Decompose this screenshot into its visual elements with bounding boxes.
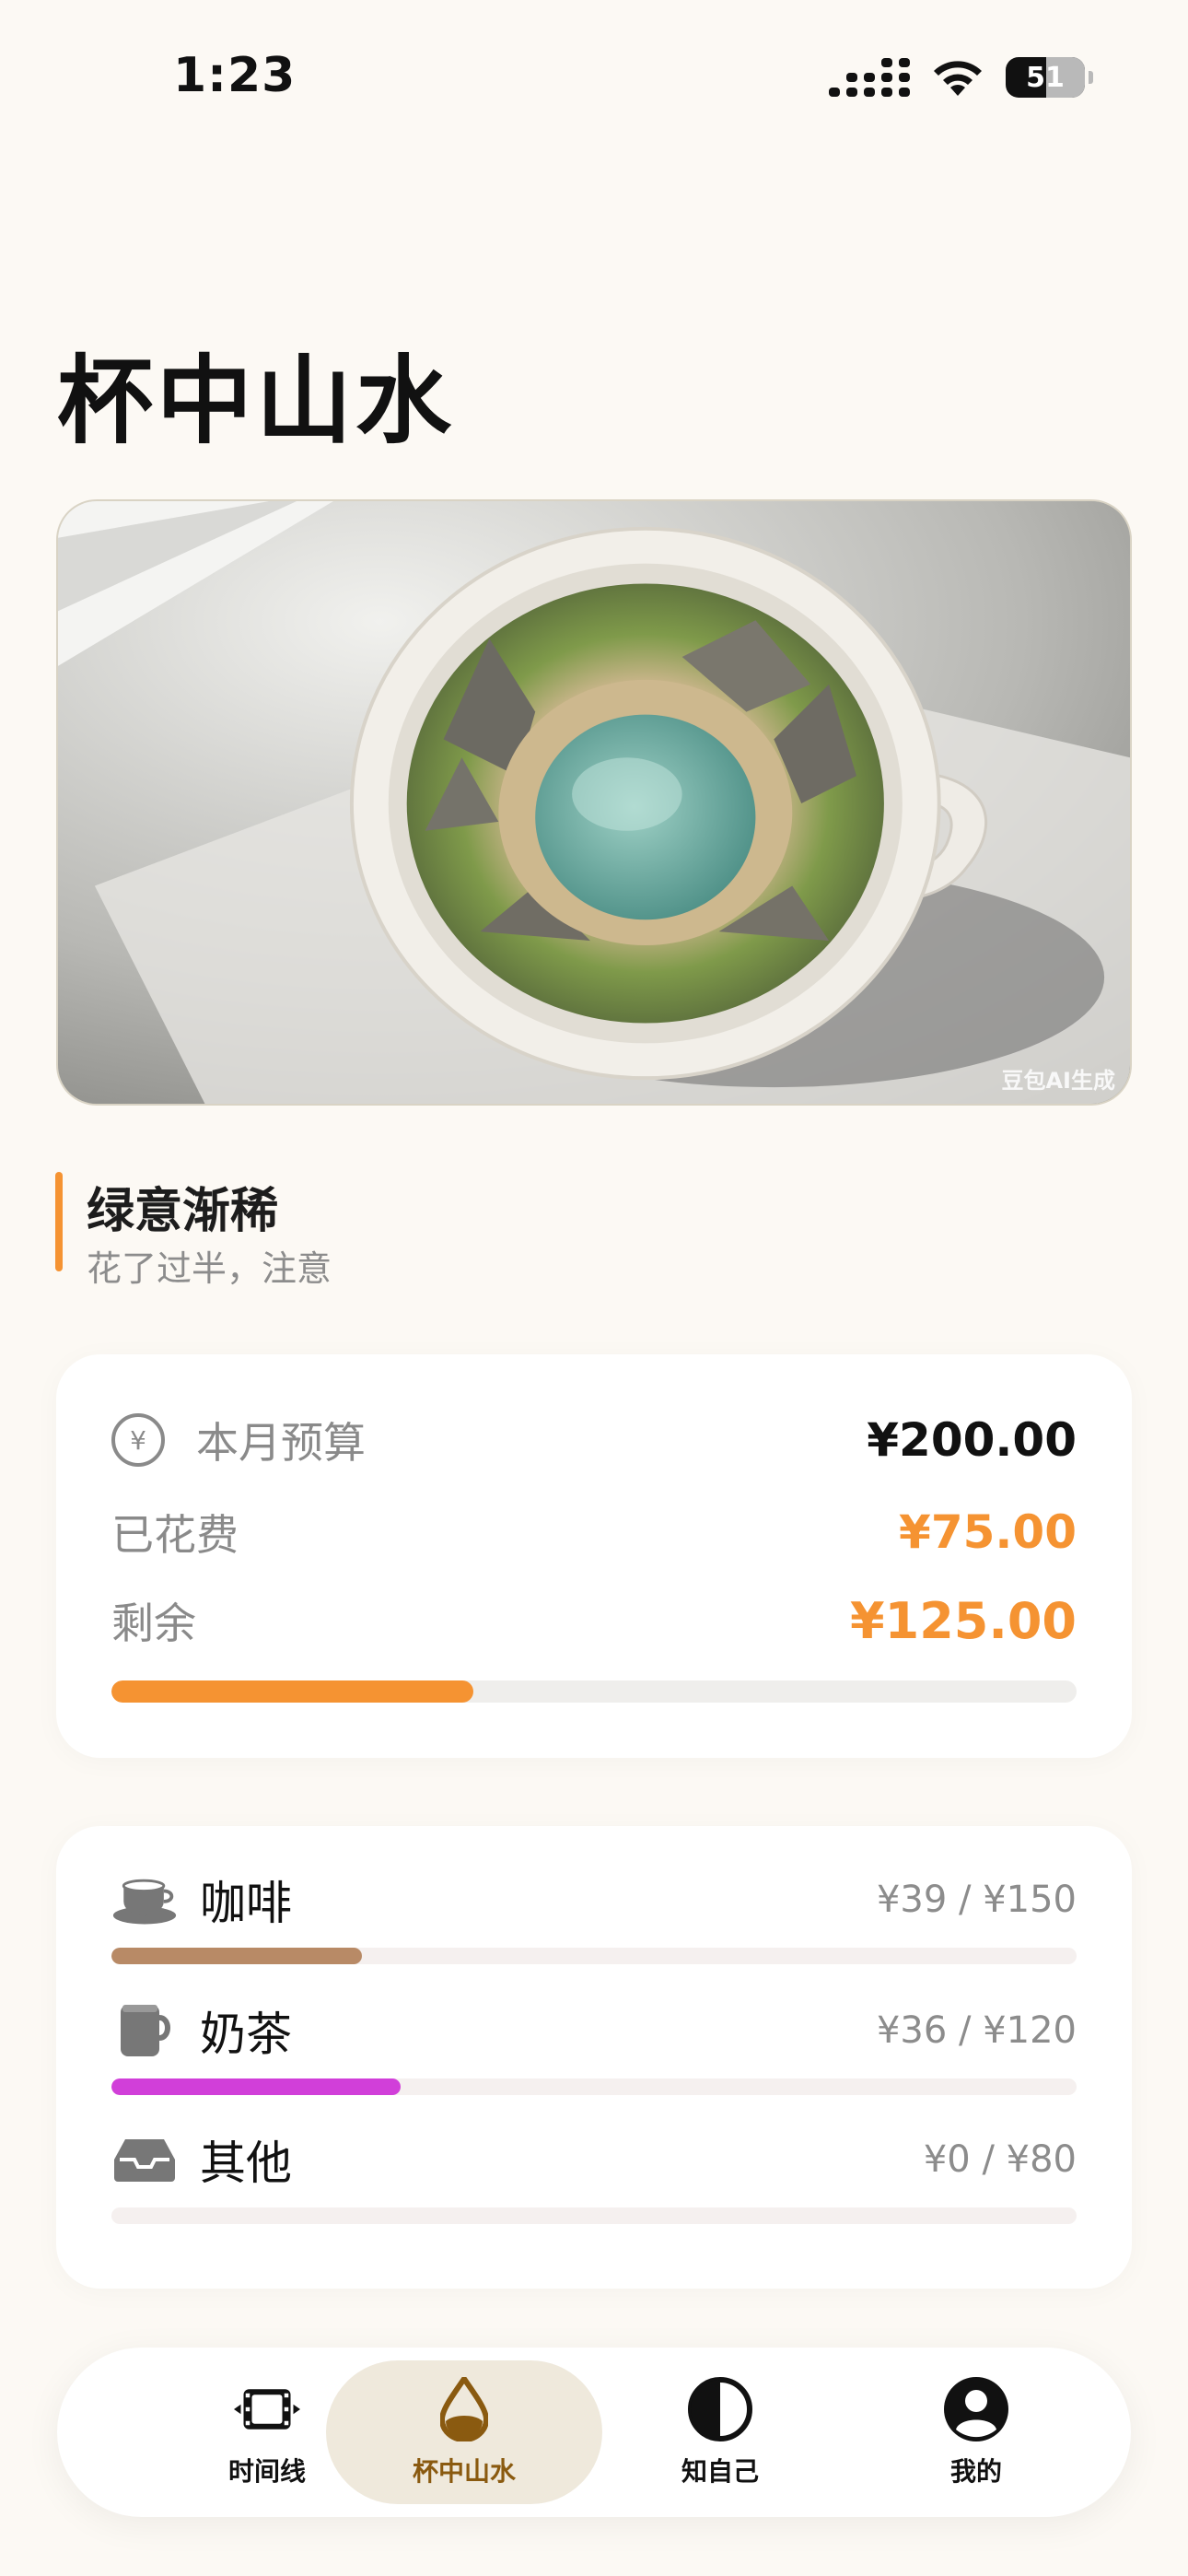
- tab-label: 知自己: [681, 2456, 759, 2487]
- budget-card: ¥ 本月预算 ¥200.00 已花费 ¥75.00 剩余 ¥125.00: [56, 1354, 1132, 1758]
- spent-label: 已花费: [111, 1510, 239, 1560]
- remaining-value: ¥125.00: [850, 1591, 1077, 1650]
- category-milk-tea[interactable]: 奶茶 ¥36 / ¥120: [111, 1994, 1077, 2104]
- status-accent-bar: [55, 1172, 63, 1271]
- battery-level: 51: [1026, 61, 1065, 94]
- remaining-row: 剩余 ¥125.00: [111, 1590, 1077, 1651]
- budget-progress-bar: [111, 1680, 1077, 1703]
- status-subtitle: 花了过半，注意: [87, 1248, 332, 1289]
- coffee-cup-icon: [111, 1867, 178, 1933]
- spent-row: 已花费 ¥75.00: [111, 1502, 1077, 1563]
- category-progress-fill: [111, 2078, 402, 2095]
- signal-icon: [829, 58, 910, 97]
- budget-progress-fill: [111, 1680, 473, 1703]
- category-progress-track: [111, 2207, 1077, 2224]
- half-circle-icon: [687, 2376, 753, 2442]
- category-progress-track: [111, 2078, 1077, 2095]
- page-title: 杯中山水: [57, 345, 456, 457]
- category-card: 咖啡 ¥39 / ¥150 奶茶 ¥36 / ¥120 其他 ¥0 / ¥80: [56, 1826, 1132, 2289]
- tab-label: 时间线: [227, 2456, 306, 2487]
- status-time: 1:23: [173, 48, 297, 103]
- tab-know-yourself[interactable]: 知自己: [582, 2360, 858, 2504]
- status-icons: 51: [829, 57, 1093, 98]
- category-name: 奶茶: [200, 2008, 292, 2061]
- monthly-budget-value: ¥200.00: [867, 1413, 1077, 1467]
- mug-icon: [111, 1997, 178, 2064]
- category-progress-track: [111, 1948, 1077, 1964]
- tray-icon: [111, 2126, 178, 2193]
- category-name: 其他: [200, 2137, 292, 2190]
- person-icon: [943, 2376, 1009, 2442]
- category-name: 咖啡: [200, 1877, 292, 1930]
- remaining-label: 剩余: [111, 1598, 196, 1648]
- water-drop-icon: [431, 2376, 497, 2442]
- hero-image: 豆包AI生成: [56, 499, 1132, 1106]
- cup-landscape-illustration: [58, 501, 1130, 1104]
- category-other[interactable]: 其他 ¥0 / ¥80: [111, 2123, 1077, 2233]
- hero-watermark: 豆包AI生成: [1001, 1068, 1115, 1094]
- tab-cup-landscape[interactable]: 杯中山水: [326, 2360, 602, 2504]
- category-amount: ¥39 / ¥150: [876, 1879, 1077, 1921]
- battery-icon: 51: [1006, 57, 1093, 98]
- category-amount: ¥36 / ¥120: [876, 2009, 1077, 2052]
- wifi-icon: [934, 61, 982, 96]
- tab-profile[interactable]: 我的: [838, 2360, 1114, 2504]
- film-timeline-icon: [234, 2376, 300, 2442]
- category-coffee[interactable]: 咖啡 ¥39 / ¥150: [111, 1863, 1077, 1973]
- category-progress-fill: [111, 1948, 363, 1964]
- spent-value: ¥75.00: [899, 1505, 1077, 1559]
- tab-label: 我的: [949, 2456, 1002, 2487]
- yen-circle-icon: ¥: [111, 1413, 165, 1467]
- status-bar: 1:23 51: [0, 0, 1188, 157]
- tab-bar: 时间线 杯中山水 知自己 我的: [57, 2348, 1131, 2517]
- category-amount: ¥0 / ¥80: [923, 2138, 1077, 2181]
- monthly-budget-row: ¥ 本月预算 ¥200.00: [111, 1410, 1077, 1470]
- status-title: 绿意渐稀: [87, 1184, 279, 1239]
- monthly-budget-label: 本月预算: [196, 1418, 366, 1468]
- tab-label: 杯中山水: [412, 2456, 516, 2487]
